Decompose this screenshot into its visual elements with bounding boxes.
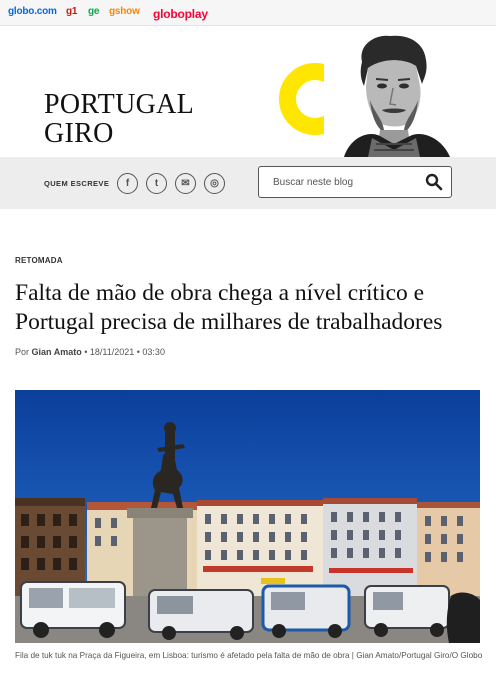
author-name[interactable]: Gian Amato — [32, 347, 82, 357]
email-icon[interactable]: ✉ — [175, 173, 196, 194]
byline-prefix: Por — [15, 347, 30, 357]
g1-link[interactable]: g1 — [66, 6, 77, 17]
search-icon[interactable] — [425, 173, 443, 191]
publish-date: 18/11/2021 — [89, 347, 135, 357]
search-box — [258, 166, 452, 198]
blog-title[interactable]: PORTUGAL GIRO — [44, 90, 194, 148]
article-kicker: RETOMADA — [15, 256, 63, 265]
quem-escreve-label[interactable]: QUEM ESCREVE — [44, 179, 109, 188]
search-input[interactable] — [273, 174, 423, 191]
twitter-icon[interactable]: t — [146, 173, 167, 194]
article-headline: Falta de mão de obra chega a nível críti… — [15, 280, 443, 335]
blog-title-line2: GIRO — [44, 118, 114, 149]
email-glyph: ✉ — [181, 178, 190, 189]
blog-header: PORTUGAL GIRO — [0, 26, 496, 157]
photo-caption: Fila de tuk tuk na Praça da Figueira, em… — [15, 651, 483, 660]
facebook-icon[interactable]: f — [117, 173, 138, 194]
facebook-glyph: f — [125, 178, 130, 189]
article-photo — [15, 390, 480, 643]
blog-title-line1: PORTUGAL — [44, 89, 195, 120]
publish-time: 03:30 — [142, 347, 165, 357]
instagram-icon[interactable]: ◎ — [204, 173, 225, 194]
author-portrait — [324, 34, 452, 157]
globo-com-link[interactable]: globo.com — [8, 6, 57, 17]
gshow-link[interactable]: gshow — [109, 6, 140, 17]
globoplay-link[interactable]: globoplay — [153, 7, 208, 21]
instagram-glyph: ◎ — [210, 178, 219, 189]
author-search-bar: QUEM ESCREVE f t ✉ ◎ — [0, 157, 496, 209]
article-byline: Por Gian Amato • 18/11/2021 • 03:30 — [15, 347, 165, 357]
twitter-glyph: t — [154, 178, 159, 189]
ge-link[interactable]: ge — [88, 6, 99, 17]
globo-network-bar: globo.com g1 ge gshow globoplay — [0, 0, 496, 26]
